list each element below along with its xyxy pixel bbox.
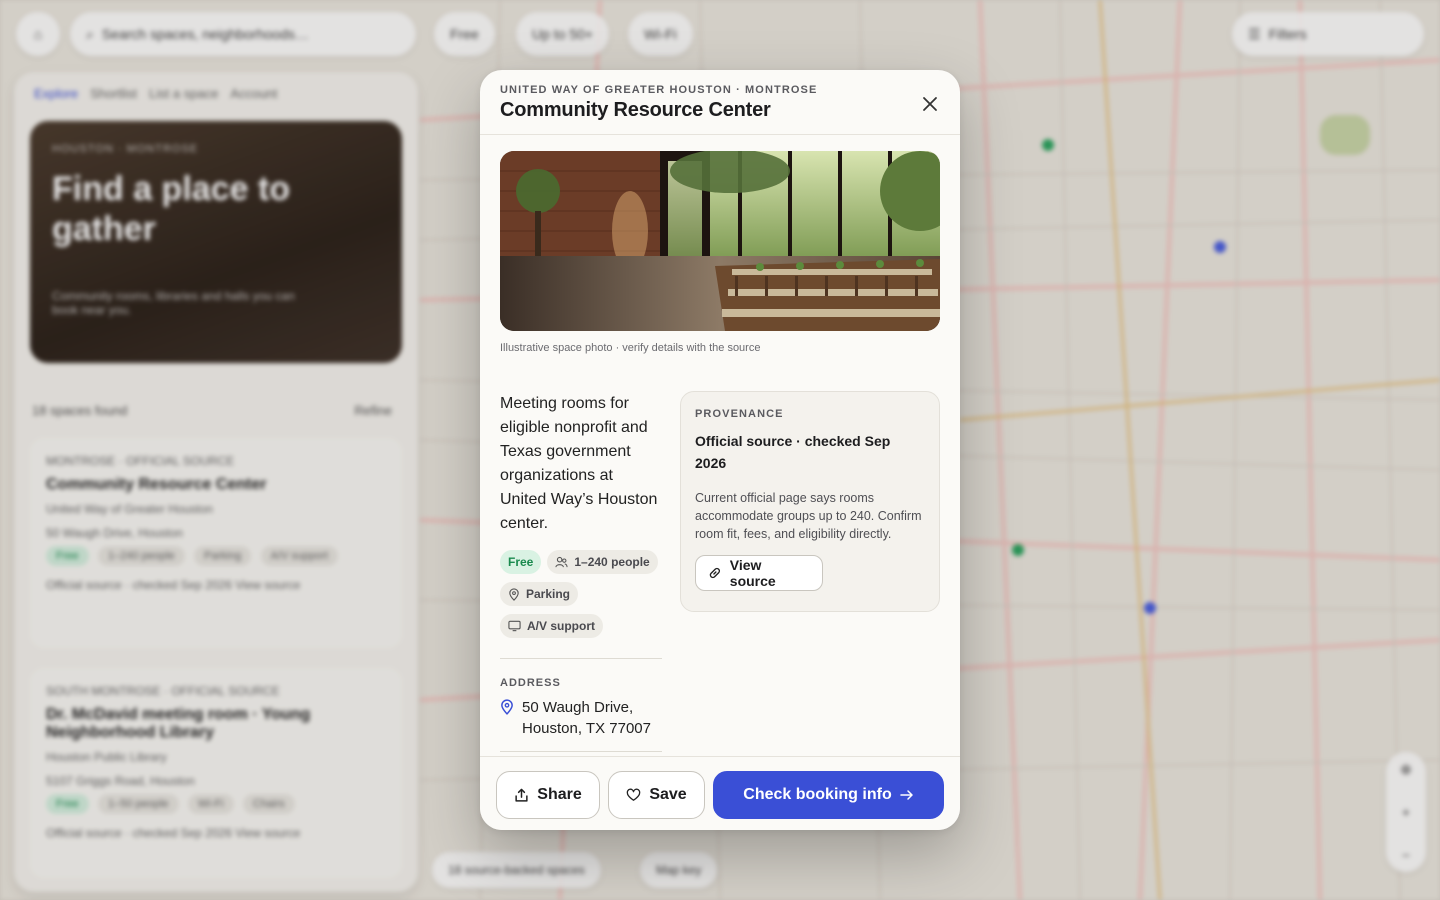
space-detail-modal: UNITED WAY OF GREATER HOUSTON · MONTROSE… xyxy=(480,70,960,830)
modal-kicker: UNITED WAY OF GREATER HOUSTON · MONTROSE xyxy=(500,84,818,96)
amenity-chips: Free 1–240 people Parking A/V support xyxy=(500,550,662,638)
share-label: Share xyxy=(537,786,582,803)
modal-header: UNITED WAY OF GREATER HOUSTON · MONTROSE… xyxy=(480,70,960,135)
location-pin-icon xyxy=(509,587,519,601)
close-icon xyxy=(923,97,937,111)
check-booking-label: Check booking info xyxy=(743,786,892,803)
space-photo-illustration xyxy=(500,151,940,331)
close-button[interactable] xyxy=(918,92,942,116)
monitor-icon xyxy=(508,620,521,632)
provenance-title: Official source · checked Sep 2026 xyxy=(695,433,891,471)
photo-caption: Illustrative space photo · verify detail… xyxy=(500,342,761,354)
provenance-body: Current official page says rooms accommo… xyxy=(695,491,922,541)
price-label: Free xyxy=(508,555,534,569)
modal-footer: Share Save Check booking info xyxy=(480,756,960,830)
save-button[interactable]: Save xyxy=(608,771,705,819)
provenance-card: PROVENANCE Official source · checked Sep… xyxy=(680,391,940,612)
av-label: A/V support xyxy=(527,619,595,633)
share-button[interactable]: Share xyxy=(496,771,600,819)
map-pin-icon xyxy=(501,699,513,715)
heart-icon xyxy=(627,788,641,801)
address-line-1: 50 Waugh Drive, xyxy=(522,699,634,716)
price-badge: Free xyxy=(500,550,542,574)
people-icon xyxy=(555,556,568,567)
modal-title: Community Resource Center xyxy=(500,99,771,121)
address-line-2: Houston, TX 77007 xyxy=(522,720,651,737)
av-chip: A/V support xyxy=(500,614,603,638)
share-icon xyxy=(515,788,528,802)
divider xyxy=(500,658,662,659)
address-label: ADDRESS xyxy=(500,677,561,689)
parking-label: Parking xyxy=(526,587,571,601)
space-description: Meeting rooms for eligible nonprofit and… xyxy=(500,395,658,532)
space-details: Meeting rooms for eligible nonprofit and… xyxy=(500,392,662,752)
parking-chip: Parking xyxy=(500,582,579,606)
link-icon xyxy=(709,567,720,579)
view-source-button[interactable]: View source xyxy=(695,555,823,591)
save-label: Save xyxy=(649,786,687,803)
space-photo xyxy=(500,151,940,331)
provenance-label: PROVENANCE xyxy=(695,408,784,420)
view-source-label: View source xyxy=(729,557,776,589)
divider xyxy=(500,751,662,752)
check-booking-button[interactable]: Check booking info xyxy=(713,771,944,819)
capacity-label: 1–240 people xyxy=(574,555,650,569)
capacity-chip: 1–240 people xyxy=(547,550,658,574)
address: 50 Waugh Drive, Houston, TX 77007 xyxy=(500,697,662,739)
arrow-right-icon xyxy=(899,790,913,800)
